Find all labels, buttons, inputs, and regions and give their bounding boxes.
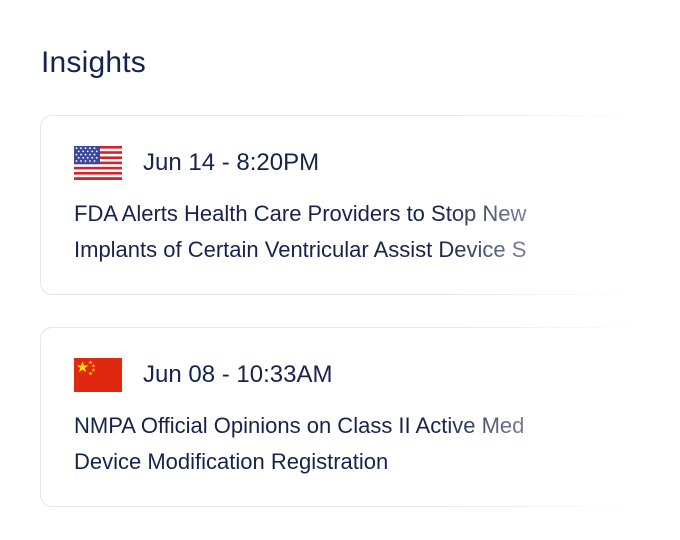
insight-title-line: NMPA Official Opinions on Class II Activ… <box>74 413 525 438</box>
insight-card-header: Jun 14 - 8:20PM <box>74 146 319 180</box>
us-flag-icon <box>74 146 122 180</box>
insight-card[interactable]: Jun 14 - 8:20PM FDA Alerts Health Care P… <box>40 115 680 295</box>
insights-panel: Insights Jun 14 - 8:20PM FDA Alerts Heal… <box>0 0 680 540</box>
insight-title-line: Device Modification Registration <box>74 449 389 474</box>
insight-date: Jun 08 - 10:33AM <box>143 361 333 388</box>
insight-title[interactable]: NMPA Official Opinions on Class II Activ… <box>74 408 680 480</box>
section-title: Insights <box>41 46 146 79</box>
insight-card[interactable]: Jun 08 - 10:33AM NMPA Official Opinions … <box>40 327 680 507</box>
insight-title-line: FDA Alerts Health Care Providers to Stop… <box>74 201 527 226</box>
insight-card-header: Jun 08 - 10:33AM <box>74 358 332 392</box>
insight-date: Jun 14 - 8:20PM <box>143 149 320 176</box>
china-flag-icon <box>74 358 122 392</box>
insight-title[interactable]: FDA Alerts Health Care Providers to Stop… <box>74 196 680 268</box>
insight-title-line: Implants of Certain Ventricular Assist D… <box>74 237 527 262</box>
